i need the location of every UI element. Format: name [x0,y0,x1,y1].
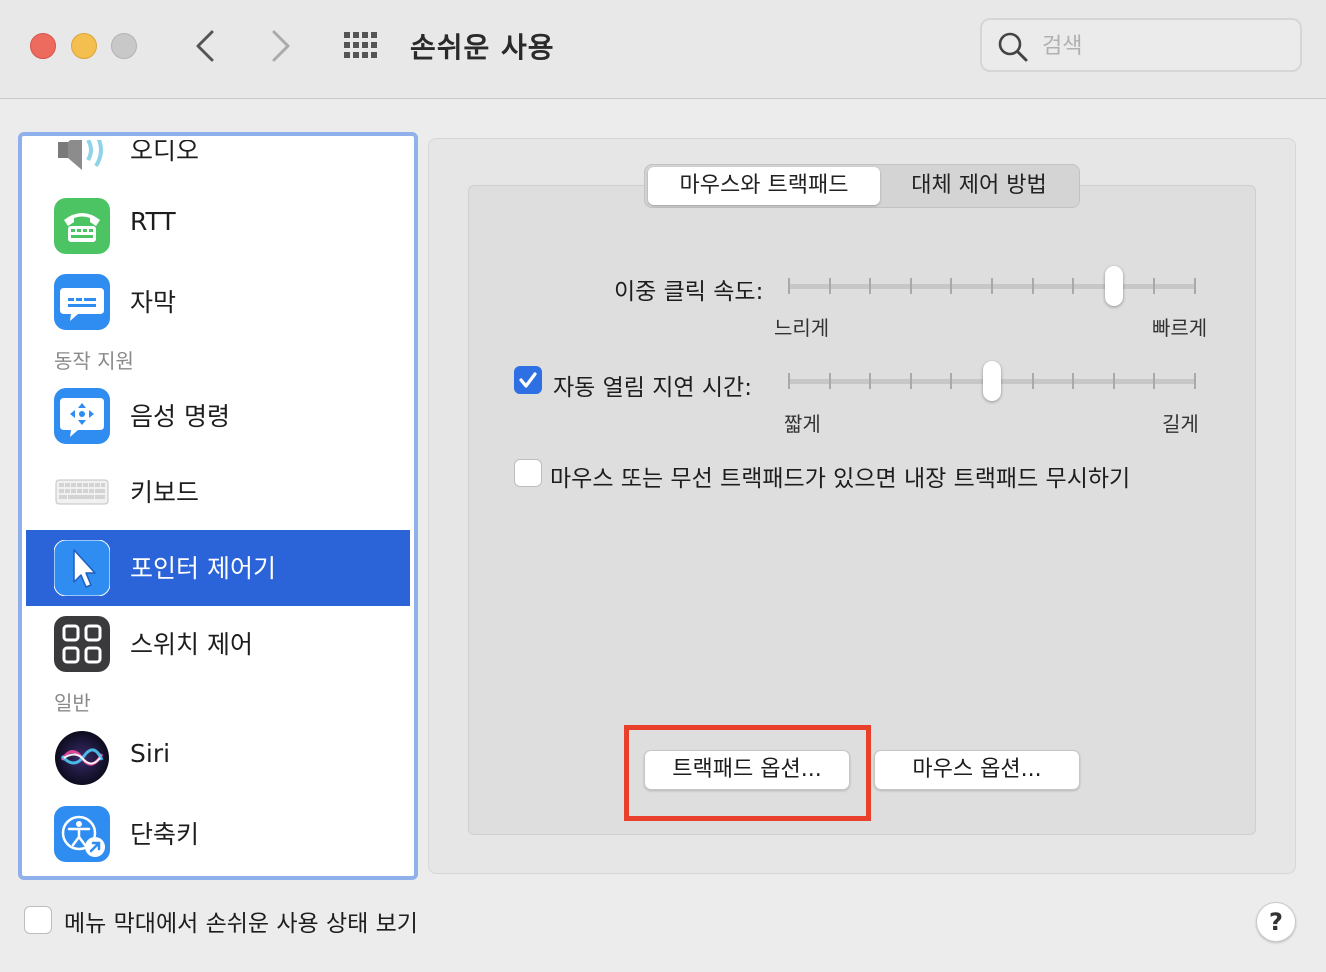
sidebar-item-label: 자막 [130,288,177,317]
slider-tick [1153,278,1156,294]
back-button[interactable] [186,26,226,66]
section-header-general: 일반 [54,691,91,715]
slider-tick [1194,278,1196,294]
toolbar: 손쉬운 사용 [0,0,1326,99]
slider-tick [828,373,831,389]
ignore-trackpad-label: 마우스 또는 무선 트랙패드가 있으면 내장 트랙패드 무시하기 [550,466,1131,492]
sidebar[interactable]: 오디오 RTT 자막 동작 지원 음성 명령 키보드 포인터 제어기 스위치 제… [26,140,410,872]
sidebar-item-siri[interactable]: Siri [26,720,410,796]
sidebar-item-switch-control[interactable]: 스위치 제어 [26,606,410,682]
sidebar-item-label: 단축키 [130,820,200,849]
highlight-annotation [624,725,871,821]
sidebar-item-pointer-control[interactable]: 포인터 제어기 [26,530,410,606]
sidebar-item-shortcut[interactable]: 단축키 [26,796,410,872]
tab-mouse-trackpad[interactable]: 마우스와 트랙패드 [648,167,880,205]
slider-tick [828,278,831,294]
slider-tick [909,373,912,389]
sidebar-item-audio[interactable]: 오디오 [26,140,410,188]
accessibility-shortcut-icon [54,806,110,862]
sidebar-item-keyboard[interactable]: 키보드 [26,454,410,530]
chevron-left-icon [196,30,214,62]
close-window-button[interactable] [30,33,56,59]
slider-tick [788,373,790,389]
spring-loading-min-label: 짧게 [784,412,821,436]
double-click-speed-label: 이중 클릭 속도: [614,279,764,305]
keyboard-icon [55,479,109,505]
checkmark-icon [519,372,537,388]
slider-thumb[interactable] [1105,266,1124,306]
show-all-button[interactable] [342,30,382,60]
slider-tick [1072,373,1075,389]
sidebar-item-label: 음성 명령 [130,402,230,431]
slider-tick [869,278,872,294]
chevron-right-icon [272,30,290,62]
spring-loading-checkbox[interactable] [514,366,542,394]
slider-tick [991,278,993,294]
sidebar-item-voice-control[interactable]: 음성 명령 [26,378,410,454]
slider-tick [1031,373,1034,389]
rtt-phone-icon [54,198,110,254]
sidebar-item-label: Siri [130,739,171,768]
mouse-options-button[interactable]: 마우스 옵션... [874,750,1080,790]
show-in-menu-bar-checkbox[interactable] [24,906,52,934]
show-in-menu-bar-label: 메뉴 막대에서 손쉬운 사용 상태 보기 [64,911,418,937]
zoom-window-button[interactable] [111,33,137,59]
search-icon [998,32,1028,62]
siri-icon [55,731,109,785]
slider-tick [1194,373,1196,389]
sidebar-item-label: 오디오 [130,140,200,165]
minimize-window-button[interactable] [71,33,97,59]
spring-loading-label: 자동 열림 지연 시간: [553,375,752,401]
audio-icon [58,140,103,170]
ignore-trackpad-checkbox[interactable] [514,459,542,487]
sidebar-item-label: RTT [130,207,176,236]
tab-bar: 마우스와 트랙패드 대체 제어 방법 [644,164,1080,208]
grid-icon [344,32,377,58]
switch-control-icon [54,616,110,672]
slider-tick [950,278,953,294]
search-field[interactable] [980,18,1302,72]
sidebar-item-rtt[interactable]: RTT [26,188,410,264]
slider-thumb[interactable] [983,361,1001,401]
slider-tick [1072,278,1075,294]
slider-tick [788,278,790,294]
captions-icon [54,274,110,330]
help-button[interactable]: ? [1256,902,1296,942]
section-header-motor: 동작 지원 [54,349,134,373]
sidebar-item-label: 스위치 제어 [130,630,253,659]
slider-tick [909,278,912,294]
sidebar-item-label: 키보드 [130,478,200,507]
spring-loading-slider[interactable] [788,361,1198,401]
slider-tick [950,373,953,389]
double-click-min-label: 느리게 [774,316,830,340]
double-click-max-label: 빠르게 [1152,316,1208,340]
spring-loading-max-label: 길게 [1162,412,1199,436]
slider-tick [1031,278,1034,294]
pointer-icon [54,540,110,596]
forward-button[interactable] [260,26,300,66]
slider-tick [869,373,872,389]
slider-tick [1153,373,1156,389]
tab-alternate-control[interactable]: 대체 제어 방법 [881,167,1077,205]
slider-tick [1112,373,1115,389]
window-title: 손쉬운 사용 [410,31,555,64]
sidebar-item-captions[interactable]: 자막 [26,264,410,340]
voice-control-icon [54,388,110,444]
double-click-speed-slider[interactable] [788,266,1198,306]
sidebar-item-label: 포인터 제어기 [130,554,276,583]
search-input[interactable] [1040,29,1284,63]
